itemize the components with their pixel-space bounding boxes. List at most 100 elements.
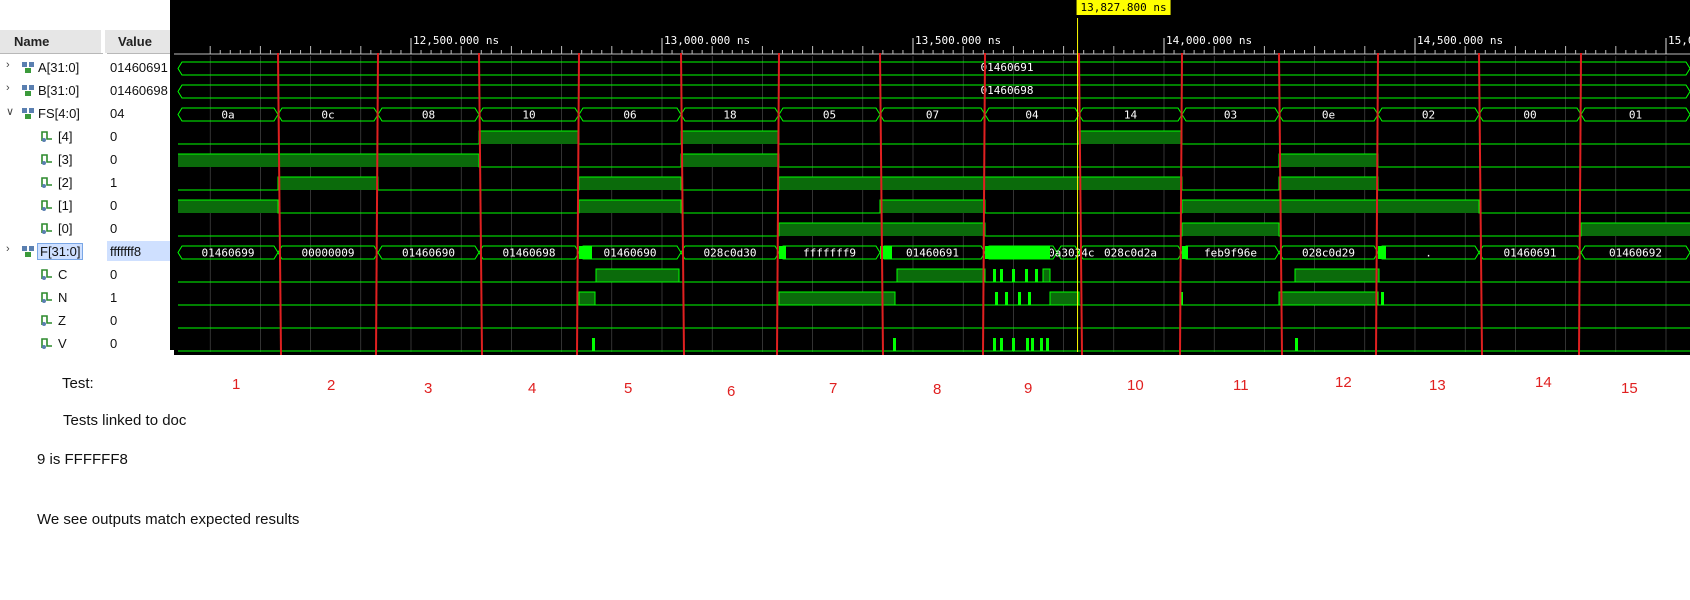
test-number: 9 [1024, 380, 1033, 397]
bit-high-fill [278, 177, 378, 190]
tests-linked-note: Tests linked to doc [63, 412, 187, 429]
bit-high-fill [1581, 223, 1690, 236]
flag-high-fill [1278, 291, 1379, 306]
flag-pulse [993, 338, 996, 351]
signal-row-fs40[interactable]: ∨ FS[4:0] 04 [0, 102, 174, 125]
value-column-header[interactable]: Value [118, 34, 152, 49]
signal-row-z[interactable]: Z0 [0, 309, 174, 332]
cursor-time-label: 13,827.800 ns [1081, 1, 1167, 14]
time-tick-label: 15,0 [1668, 34, 1690, 47]
bit-signal-icon [40, 175, 54, 189]
bit-high-fill [178, 154, 278, 167]
flag-pulse [1012, 269, 1015, 282]
waveform-viewer[interactable]: 12,500.000 ns 13,000.000 ns 13,500.000 ns 1… [174, 0, 1690, 355]
bus-glitch-fill [779, 246, 786, 259]
test-number: 3 [424, 380, 433, 397]
bit-signal-icon [40, 267, 54, 281]
signal-row-2[interactable]: [2] 1 [0, 171, 174, 194]
signal-value: 0 [110, 313, 118, 328]
test-number: 11 [1233, 377, 1249, 394]
flag-pulse [592, 338, 595, 351]
bus-value-label: 0e [1322, 109, 1335, 122]
bit-signal-icon [40, 198, 54, 212]
signal-value: 0 [110, 336, 118, 351]
signal-row-c[interactable]: C0 [0, 263, 174, 286]
signal-value: 1 [110, 290, 118, 305]
time-tick-label: 14,000.000 ns [1166, 34, 1252, 47]
signal-name: [0] [58, 221, 73, 236]
bus-glitch-fill [985, 246, 1050, 259]
bus-glitch-fill [1378, 246, 1386, 259]
signal-value: 1 [110, 175, 118, 190]
signal-row-f310[interactable]: › F[31:0] fffffff8 [0, 240, 174, 263]
bit-high-fill [378, 154, 479, 167]
bus-value-label: 01460690 [402, 247, 455, 260]
test-number: 14 [1535, 374, 1552, 391]
expand-chevron-icon[interactable]: › [6, 243, 10, 255]
bit-high-fill [880, 223, 985, 236]
signal-name: F[31:0] [36, 243, 84, 260]
signal-value: 0 [110, 267, 118, 282]
flag-pulse [995, 292, 998, 305]
bus-value-label: 04 [1025, 109, 1039, 122]
test-number: 8 [933, 381, 942, 398]
flag-high-fill [1042, 268, 1051, 283]
test-number: 7 [829, 380, 838, 397]
signal-row-4[interactable]: [4] 0 [0, 125, 174, 148]
signal-row-1[interactable]: [1] 0 [0, 194, 174, 217]
flag-pulse [1018, 292, 1021, 305]
signal-value: fffffff8 [110, 244, 142, 259]
time-tick-label: 13,000.000 ns [664, 34, 750, 47]
bit-high-fill [779, 177, 880, 190]
flag-pulse [1046, 338, 1049, 351]
signal-value: 0 [110, 198, 118, 213]
expand-chevron-icon[interactable]: › [6, 82, 10, 94]
signal-value: 0 [110, 129, 118, 144]
name-column-header[interactable]: Name [14, 34, 49, 49]
bus-value-label: 00 [1523, 109, 1536, 122]
bus-value-label: 01 [1629, 109, 1642, 122]
test-number: 2 [327, 377, 336, 394]
signal-row-0[interactable]: [0] 0 [0, 217, 174, 240]
test-number: 13 [1429, 377, 1446, 394]
bit-high-fill [1079, 131, 1182, 144]
test-number: 4 [528, 380, 537, 397]
flag-high-fill [778, 291, 896, 306]
bus-segment [177, 61, 1690, 76]
bus-value-label: 18 [723, 109, 736, 122]
signal-value: 04 [110, 106, 125, 121]
bus-signal-icon [21, 106, 35, 120]
signal-row-n[interactable]: N1 [0, 286, 174, 309]
bit-high-fill [1378, 200, 1479, 213]
flag-high-fill [595, 268, 680, 283]
signal-row-b310[interactable]: › B[31:0] 01460698 [0, 79, 174, 102]
signal-name: B[31:0] [38, 83, 80, 98]
signal-name: FS[4:0] [38, 106, 80, 121]
column-divider[interactable] [101, 30, 105, 53]
collapse-chevron-icon[interactable]: ∨ [6, 105, 14, 118]
signal-name: N [58, 290, 68, 305]
flag-pulse [1005, 292, 1008, 305]
signal-row-a310[interactable]: › A[31:0] 01460691 [0, 56, 174, 79]
flag-pulse [893, 338, 896, 351]
bit-high-fill [1182, 223, 1279, 236]
signal-row-3[interactable]: [3] 0 [0, 148, 174, 171]
flag-pulse [1025, 269, 1028, 282]
bus-value-label: 028c0d29 [1302, 247, 1355, 260]
bit-signal-icon [40, 129, 54, 143]
bit-high-fill [1279, 154, 1378, 167]
bus-value-label: 01460698 [981, 84, 1034, 97]
time-tick-label: 12,500.000 ns [413, 34, 499, 47]
bit-high-fill [880, 200, 985, 213]
signal-row-v[interactable]: V0 [0, 332, 174, 355]
signal-value: 01460691 [110, 60, 168, 75]
bus-value-label: 00000009 [302, 247, 355, 260]
bus-value-label: 14 [1124, 109, 1138, 122]
bit-high-fill [880, 177, 985, 190]
flag-high-fill [578, 291, 596, 306]
bus-value-label: 01460692 [1609, 247, 1662, 260]
expand-chevron-icon[interactable]: › [6, 59, 10, 71]
signal-value: 0 [110, 152, 118, 167]
bit-high-fill [1279, 200, 1378, 213]
flag-pulse [1000, 338, 1003, 351]
